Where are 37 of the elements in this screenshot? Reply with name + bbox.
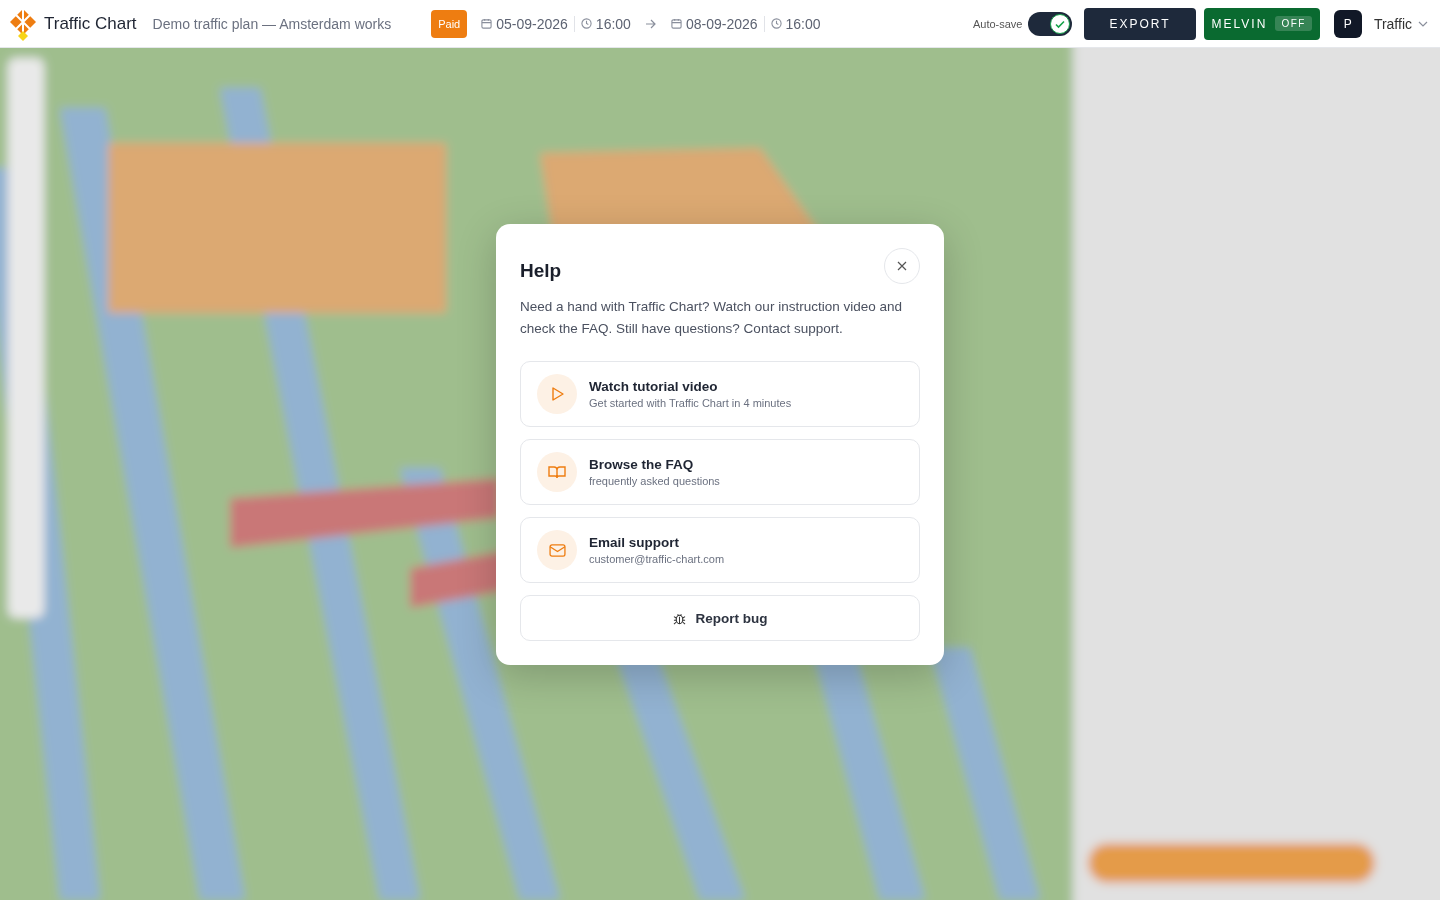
help-option[interactable]: Watch tutorial video Get started with Traffic Chart in 4 minutes [520, 361, 920, 427]
calendar-icon [670, 18, 682, 29]
app-name: Traffic Chart [44, 13, 137, 34]
assistant-button[interactable]: MELVIN OFF [1203, 7, 1320, 40]
end-time[interactable]: 16:00 [785, 15, 821, 32]
report-bug-button[interactable]: Report bug [520, 595, 920, 641]
clock-icon [770, 18, 782, 29]
close-icon [897, 261, 907, 271]
option-title: Email support [589, 535, 680, 550]
option-subtitle: customer@traffic-chart.com [589, 553, 725, 565]
dialog-intro: Need a hand with Traffic Chart? Watch our instruction video and check the FAQ. Still have questions? Contact support. [520, 298, 903, 338]
help-option[interactable]: Browse the FAQ frequently asked questions [520, 439, 920, 505]
play-icon [549, 386, 565, 402]
book-icon [548, 465, 566, 479]
export-button[interactable]: EXPORT [1084, 7, 1196, 40]
autosave-label: Auto-save [972, 17, 1023, 30]
arrow-right-icon [644, 18, 657, 29]
help-option[interactable]: Email support customer@traffic-chart.com [520, 517, 920, 583]
option-subtitle: frequently asked questions [589, 475, 720, 487]
end-date[interactable]: 08-09-2026 [685, 15, 758, 32]
logo-icon [8, 6, 38, 41]
start-time[interactable]: 16:00 [595, 15, 631, 32]
envelope-icon [548, 543, 566, 557]
option-title: Watch tutorial video [589, 379, 719, 394]
status-badge: Paid [431, 9, 468, 38]
plan-title: Demo traffic plan — Amsterdam works [152, 15, 392, 32]
clock-icon [580, 18, 592, 29]
start-date[interactable]: 05-09-2026 [496, 15, 568, 32]
account-menu[interactable]: Traffic [1369, 15, 1432, 32]
avatar[interactable]: P [1333, 9, 1362, 38]
dialog-title: Help [520, 260, 562, 282]
calendar-icon [481, 18, 493, 29]
autosave-toggle[interactable] [1028, 11, 1073, 36]
option-title: Browse the FAQ [589, 457, 695, 472]
option-subtitle: Get started with Traffic Chart in 4 minutes [589, 397, 792, 409]
chevron-down-icon [1418, 20, 1428, 27]
bug-icon [672, 611, 686, 625]
